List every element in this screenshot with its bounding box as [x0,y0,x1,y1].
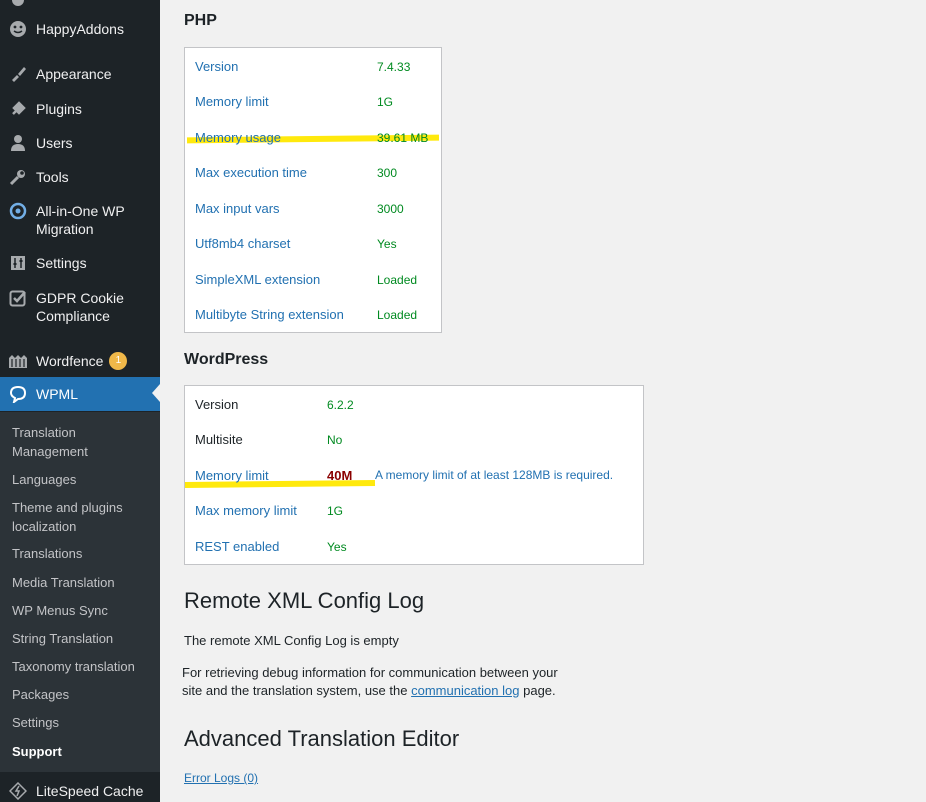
php-row-value: Yes [377,237,397,251]
checkbox-icon [8,288,28,308]
sidebar-item-label: All-in-One WP [36,203,125,219]
submenu-item-media-translation[interactable]: Media Translation [12,573,152,592]
php-row-value: 300 [377,166,398,180]
ate-title: Advanced Translation Editor [184,726,460,751]
sidebar-item-label: LiteSpeed Cache [36,783,144,799]
sidebar-item-label: Wordfence [36,353,104,369]
wp-row-value: 6.2.2 [327,398,354,412]
wp-row-label: Max memory limit [195,503,297,518]
submenu-label: Theme and plugins [12,500,123,515]
php-row-label: Multibyte String extension [195,307,344,322]
sidebar-item-wpml[interactable]: WPML [0,377,160,411]
submenu-item-translations[interactable]: Translations [12,544,152,563]
sidebar-item-label: Tools [36,169,69,185]
info-line: page. [523,683,556,698]
sidebar-item-tools[interactable]: Tools [0,167,160,187]
sidebar-item-label-line2: Compliance [36,308,110,324]
php-row-value: 3000 [377,202,404,216]
php-row-label: SimpleXML extension [195,272,321,287]
happyaddons-icon [8,19,28,39]
main-content: PHP Version 7.4.33 Memory limit 1G Memor… [160,0,926,802]
sidebar-item-all-in-one-wp-migration[interactable]: All-in-One WP Migration [0,201,160,238]
wp-row-value: 1G [327,504,344,518]
info-line: site and the translation system, use the [182,683,408,698]
settings-icon [8,253,28,273]
submenu-label-line2: localization [12,519,77,534]
php-section-title: PHP [184,12,217,29]
sidebar-item-litespeed-cache[interactable]: LiteSpeed Cache [0,781,160,801]
user-icon [8,133,28,153]
wordfence-icon [8,351,28,371]
wpml-submenu: Translation Management Languages Theme an… [0,412,160,772]
php-row-label: Utf8mb4 charset [195,236,291,251]
submenu-item-wp-menus-sync[interactable]: WP Menus Sync [12,601,152,620]
php-row-label: Max execution time [195,165,307,180]
sidebar-item-gdpr-cookie-compliance[interactable]: GDPR Cookie Compliance [0,288,160,325]
info-line: For retrieving debug information for com… [182,665,558,680]
sidebar-item-label: Settings [36,255,87,271]
wordpress-info-table: Version 6.2.2 Multisite No Memory limit … [184,385,644,565]
wp-row-label: Multisite [195,432,243,447]
wp-memory-limit-value: 40M [327,468,353,483]
litespeed-icon [8,781,28,801]
memory-limit-warning: A memory limit of at least 128MB is requ… [375,468,614,482]
communication-log-link[interactable]: communication log [411,683,519,698]
php-row-label: Version [195,59,239,74]
error-logs-link[interactable]: Error Logs (0) [184,771,258,785]
submenu-item-taxonomy-translation[interactable]: Taxonomy translation [12,657,152,676]
partial-menu-item[interactable] [0,0,160,10]
sidebar-item-label: Users [36,135,73,151]
php-row-value: 39.61 MB [377,131,429,145]
wp-row-label: REST enabled [195,539,280,554]
admin-sidebar: HappyAddons Appearance Plugins Users Too… [0,0,160,802]
wordpress-section-title: WordPress [184,351,269,368]
remote-log-title: Remote XML Config Log [184,588,425,613]
php-row-label: Memory usage [195,130,281,145]
php-row-value: Loaded [377,308,418,322]
sidebar-item-label-line2: Migration [36,221,94,237]
submenu-item-packages[interactable]: Packages [12,685,152,704]
sidebar-item-label: Plugins [36,101,82,117]
submenu-item-settings[interactable]: Settings [12,713,152,732]
wp-row-label: Version [195,397,239,412]
remote-log-info: For retrieving debug information for com… [182,664,558,700]
wp-row-value: No [327,433,343,447]
notification-badge: 1 [109,352,128,370]
sidebar-item-label: HappyAddons [36,21,124,37]
sidebar-item-happyaddons[interactable]: HappyAddons [0,19,160,39]
sidebar-item-appearance[interactable]: Appearance [0,64,160,84]
php-row-label: Memory limit [195,94,269,109]
remote-log-empty-text: The remote XML Config Log is empty [184,633,399,648]
sidebar-item-label: WPML [36,386,78,402]
php-info-table: Version 7.4.33 Memory limit 1G Memory us… [184,47,442,333]
php-row-value: Loaded [377,273,418,287]
wrench-icon [8,167,28,187]
wp-row-label: Memory limit [195,468,269,483]
plugin-icon [8,99,28,119]
php-row-value: 7.4.33 [377,60,411,74]
sidebar-item-label: GDPR Cookie [36,290,124,306]
sidebar-item-plugins[interactable]: Plugins [0,99,160,119]
wpml-icon [8,384,28,404]
sidebar-item-wordfence[interactable]: Wordfence 1 [0,351,160,371]
sidebar-item-users[interactable]: Users [0,133,160,153]
submenu-item-theme-plugins-localization[interactable]: Theme and plugins localization [12,498,152,536]
submenu-label: Translation [12,425,76,440]
submenu-label-line2: Management [12,444,88,459]
submenu-item-languages[interactable]: Languages [12,470,152,489]
sidebar-item-settings[interactable]: Settings [0,253,160,273]
submenu-item-string-translation[interactable]: String Translation [12,629,152,648]
php-row-label: Max input vars [195,201,280,216]
active-menu-arrow [152,384,160,402]
php-row-value: 1G [377,95,394,109]
brush-icon [8,64,28,84]
submenu-item-translation-management[interactable]: Translation Management [12,423,152,461]
wp-row-value: Yes [327,540,347,554]
sidebar-item-label: Appearance [36,66,112,82]
gear-icon [8,0,28,10]
migration-icon [8,201,28,221]
submenu-item-support[interactable]: Support [12,742,152,761]
